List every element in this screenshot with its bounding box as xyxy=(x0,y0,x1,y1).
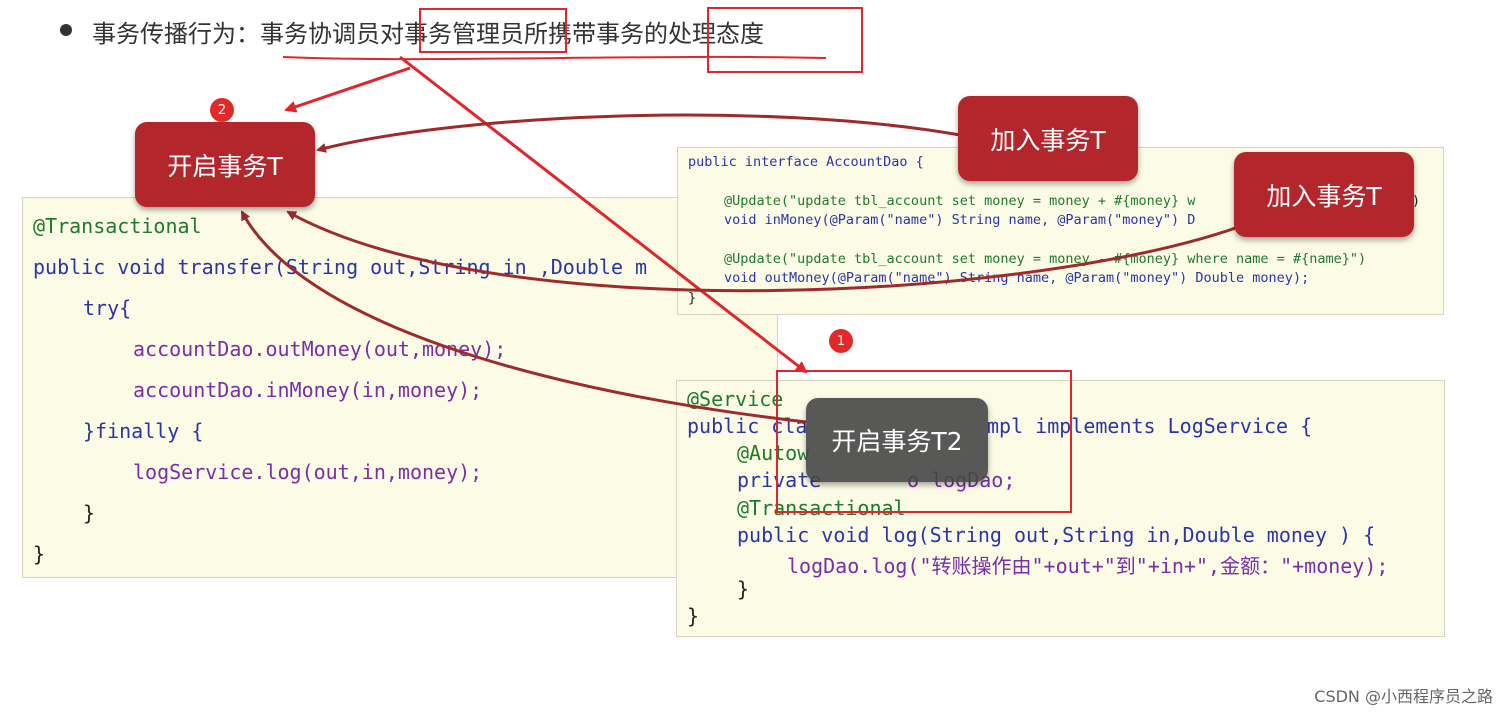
step-badge-1: 1 xyxy=(829,329,853,353)
arrow-join-1 xyxy=(316,113,961,153)
bubble-join-t-2: 加入事务T xyxy=(1234,152,1414,237)
step-badge-2: 2 xyxy=(210,98,234,122)
bubble-label: 开启事务T xyxy=(167,151,283,181)
bubble-join-t-1: 加入事务T xyxy=(958,96,1138,181)
arrow-join-2 xyxy=(286,210,1253,293)
bubble-label: 加入事务T xyxy=(990,125,1106,155)
arrow-start-t2 xyxy=(240,210,807,424)
arrow-to-start-t xyxy=(284,66,411,113)
bubble-label: 开启事务T2 xyxy=(831,427,963,456)
bubble-start-t2: 开启事务T2 xyxy=(806,398,988,482)
bubble-start-t: 开启事务T xyxy=(135,122,315,207)
headline-underline xyxy=(282,55,827,61)
bubble-label: 加入事务T xyxy=(1266,181,1382,211)
arrow-to-log-service xyxy=(399,55,808,374)
watermark: CSDN @小西程序员之路 xyxy=(1314,687,1493,706)
